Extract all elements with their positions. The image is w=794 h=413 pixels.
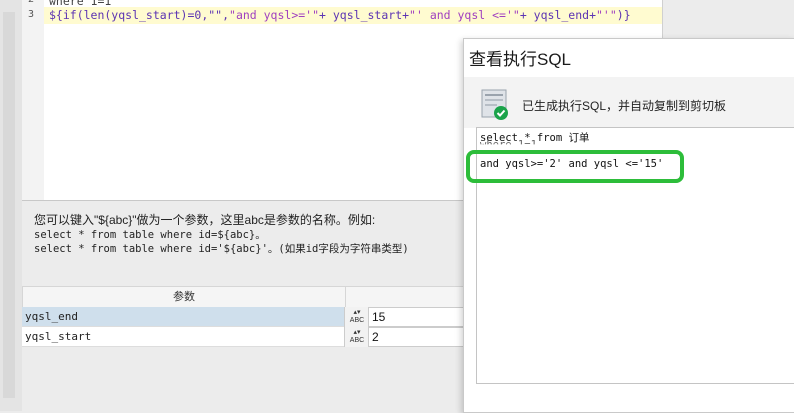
- dialog-title: 查看执行SQL: [469, 50, 572, 69]
- text-type-icon[interactable]: ▴▾ ABC: [344, 327, 369, 347]
- parameter-table: 参数 yqsl_end ▴▾ ABC 15 yqsl_start ▴▾ ABC 2: [22, 286, 497, 411]
- check-document-icon: [481, 89, 508, 120]
- table-row[interactable]: yqsl_end ▴▾ ABC 15: [22, 307, 492, 327]
- param-name: yqsl_start: [22, 327, 344, 347]
- left-scrollbar[interactable]: [3, 12, 15, 398]
- code-suffix: )}: [616, 8, 631, 22]
- help-example: select * from table where id='${abc}'。(如…: [34, 243, 409, 255]
- code-prefix: ${if(len(yqsl_start)=0,"",: [49, 8, 230, 22]
- code-segment: + yqsl_end+: [519, 8, 596, 22]
- code-segment: + yqsl_start+: [319, 8, 410, 22]
- line-number-gutter: 2 3: [22, 0, 44, 200]
- highlight-annotation: [466, 150, 684, 183]
- view-sql-dialog: 查看执行SQL 已生成执行SQL，并自动复制到剪切板 select * from…: [463, 38, 794, 413]
- help-title: 您可以键入"${abc}"做为一个参数，这里abc是参数的名称。例如:: [34, 213, 376, 227]
- help-example: select * from table where id=${abc}。: [34, 229, 266, 241]
- code-string: "' and yqsl <='": [409, 8, 520, 22]
- line-number: 2: [28, 0, 34, 5]
- code-line-previous: where 1=1: [49, 0, 112, 8]
- line-number: 3: [28, 9, 35, 20]
- table-row[interactable]: yqsl_start ▴▾ ABC 2: [22, 327, 492, 347]
- param-name: yqsl_end: [22, 307, 344, 327]
- info-text: 已生成执行SQL，并自动复制到剪切板: [522, 99, 727, 113]
- code-string: "'": [596, 8, 617, 22]
- code-string: "and yqsl>='": [229, 8, 320, 22]
- left-panel: [0, 0, 23, 411]
- text-type-icon[interactable]: ▴▾ ABC: [344, 307, 369, 327]
- type-badge: ABC: [349, 337, 365, 344]
- code-line-current[interactable]: ${if(len(yqsl_start)=0,"","and yqsl>='"+…: [49, 8, 631, 22]
- param-column-header: 参数: [22, 286, 346, 308]
- type-badge: ABC: [349, 317, 365, 324]
